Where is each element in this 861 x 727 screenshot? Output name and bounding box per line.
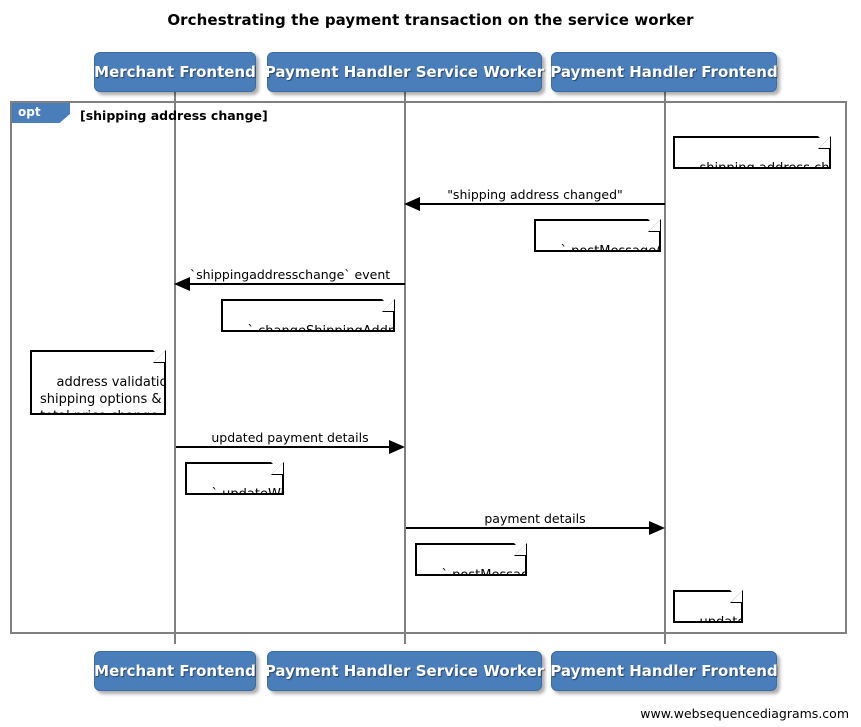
- note-shipping-address-changed: shipping address changed: [673, 136, 831, 169]
- participant-label: Payment Handler Frontend: [550, 662, 778, 680]
- participant-bottom-payment-handler-service-worker[interactable]: Payment Handler Service Worker: [264, 651, 545, 691]
- participant-label: Payment Handler Service Worker: [264, 662, 545, 680]
- message-label-updated-payment-details: updated payment details: [211, 430, 369, 445]
- footer-watermark: www.websequencediagrams.com: [640, 706, 849, 721]
- sequence-diagram-canvas: Orchestrating the payment transaction on…: [0, 0, 861, 727]
- participant-top-merchant-frontend[interactable]: Merchant Frontend: [94, 52, 256, 92]
- note-fold-inner-icon: [272, 463, 283, 474]
- participant-label: Merchant Frontend: [94, 63, 256, 81]
- note-fold-inner-icon: [383, 300, 394, 311]
- participant-label: Merchant Frontend: [94, 662, 256, 680]
- note-address-validation: address validation, shipping options & t…: [30, 350, 166, 415]
- participant-top-payment-handler-frontend[interactable]: Payment Handler Frontend: [550, 52, 778, 92]
- participant-bottom-merchant-frontend[interactable]: Merchant Frontend: [94, 651, 256, 691]
- participant-label: Payment Handler Frontend: [550, 63, 778, 81]
- participant-bottom-payment-handler-frontend[interactable]: Payment Handler Frontend: [550, 651, 778, 691]
- message-line-updated-payment-details: [176, 446, 389, 448]
- arrow-head-right-icon: [649, 521, 665, 535]
- note-fold-inner-icon: [154, 351, 165, 362]
- fragment-condition-label: [shipping address change]: [80, 108, 268, 123]
- message-label-shipping-address-changed: "shipping address changed": [447, 187, 623, 202]
- note-update-with: `.updateWith()`: [185, 462, 284, 495]
- message-line-shippingaddresschange-event: [190, 283, 405, 285]
- arrow-head-left-icon: [404, 197, 420, 211]
- note-post-message-1: `.postMessage()`: [534, 219, 661, 252]
- page-title: Orchestrating the payment transaction on…: [167, 11, 694, 29]
- note-fold-inner-icon: [731, 591, 742, 602]
- note-change-shipping-address: `.changeShippingAddress()`: [221, 299, 395, 332]
- participant-label: Payment Handler Service Worker: [264, 63, 545, 81]
- message-label-shippingaddresschange-event: `shippingaddresschange` event: [189, 267, 391, 282]
- note-fold-inner-icon: [649, 220, 660, 231]
- message-line-shipping-address-changed: [420, 203, 665, 205]
- fragment-operator-label: opt: [12, 103, 70, 123]
- arrow-head-left-icon: [174, 277, 190, 291]
- participant-top-payment-handler-service-worker[interactable]: Payment Handler Service Worker: [264, 52, 545, 92]
- message-line-payment-details: [406, 527, 649, 529]
- note-fold-inner-icon: [819, 137, 830, 148]
- message-label-payment-details: payment details: [484, 511, 586, 526]
- note-fold-inner-icon: [515, 544, 526, 555]
- arrow-head-right-icon: [389, 440, 405, 454]
- note-post-message-2: `.postMessage()`: [415, 543, 527, 576]
